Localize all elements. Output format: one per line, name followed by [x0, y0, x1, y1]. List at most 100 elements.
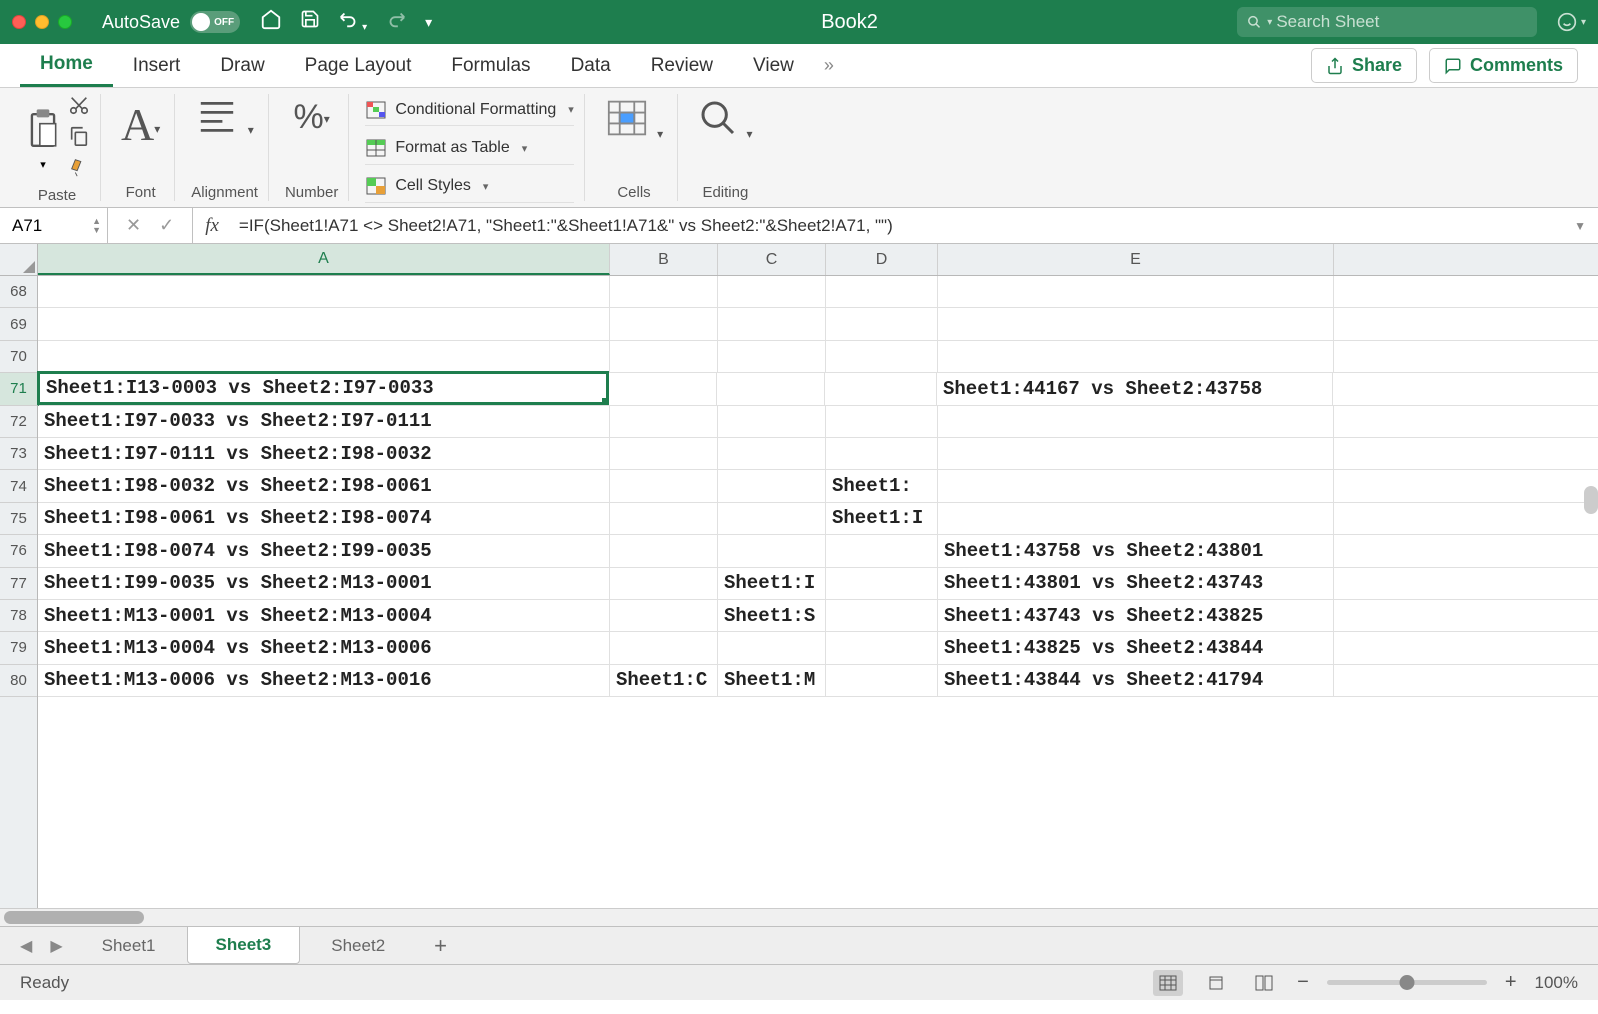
- cell[interactable]: [610, 600, 718, 631]
- cell[interactable]: Sheet1:43758 vs Sheet2:43801: [938, 535, 1334, 566]
- cell[interactable]: Sheet1:43801 vs Sheet2:43743: [938, 568, 1334, 599]
- cancel-formula-icon[interactable]: ✕: [126, 215, 141, 236]
- cell[interactable]: [610, 470, 718, 501]
- horizontal-scrollbar-track[interactable]: [0, 908, 1598, 926]
- cell[interactable]: Sheet1:I98-0061 vs Sheet2:I98-0074: [38, 503, 610, 534]
- autosave-toggle[interactable]: OFF: [190, 11, 240, 33]
- sheet-nav-prev-icon[interactable]: ◀: [12, 936, 40, 956]
- cell[interactable]: [38, 341, 610, 372]
- row-header[interactable]: 72: [0, 406, 37, 438]
- home-icon[interactable]: [260, 8, 282, 36]
- cell[interactable]: Sheet1:S: [718, 600, 826, 631]
- cell[interactable]: Sheet1:M13-0001 vs Sheet2:M13-0004: [38, 600, 610, 631]
- cell[interactable]: [610, 438, 718, 469]
- cell[interactable]: [826, 341, 938, 372]
- page-layout-view-icon[interactable]: [1201, 970, 1231, 996]
- search-sheet-box[interactable]: ▾: [1237, 7, 1537, 37]
- cell[interactable]: [610, 308, 718, 339]
- cell[interactable]: [938, 438, 1334, 469]
- cell-selected[interactable]: Sheet1:I13-0003 vs Sheet2:I97-0033: [37, 371, 609, 404]
- cell[interactable]: [718, 308, 826, 339]
- cell[interactable]: Sheet1:: [826, 470, 938, 501]
- cell[interactable]: [938, 341, 1334, 372]
- tab-more-icon[interactable]: »: [814, 55, 844, 76]
- col-header-D[interactable]: D: [826, 244, 938, 275]
- cell[interactable]: [718, 503, 826, 534]
- cells-area[interactable]: Sheet1:I13-0003 vs Sheet2:I97-0033 Sheet1…: [38, 276, 1598, 908]
- sheet-nav-next-icon[interactable]: ▶: [42, 936, 70, 956]
- cell[interactable]: [610, 406, 718, 437]
- sheet-tab-sheet3[interactable]: Sheet3: [187, 927, 301, 964]
- copy-icon[interactable]: [68, 125, 90, 152]
- add-sheet-button[interactable]: +: [416, 933, 465, 959]
- row-header[interactable]: 78: [0, 600, 37, 632]
- tab-data[interactable]: Data: [551, 44, 631, 87]
- cell[interactable]: Sheet1:44167 vs Sheet2:43758: [937, 373, 1333, 404]
- cell[interactable]: Sheet1:I: [718, 568, 826, 599]
- search-input[interactable]: [1276, 12, 1527, 32]
- row-header[interactable]: 80: [0, 665, 37, 697]
- cell[interactable]: [938, 503, 1334, 534]
- cell[interactable]: Sheet1:C: [610, 665, 718, 696]
- normal-view-icon[interactable]: [1153, 970, 1183, 996]
- undo-icon[interactable]: ▾: [338, 8, 367, 36]
- row-header[interactable]: 73: [0, 438, 37, 470]
- cell[interactable]: Sheet1:43743 vs Sheet2:43825: [938, 600, 1334, 631]
- cell[interactable]: [610, 341, 718, 372]
- cell[interactable]: [610, 632, 718, 663]
- cell[interactable]: [938, 276, 1334, 307]
- format-painter-icon[interactable]: [68, 156, 90, 183]
- cell[interactable]: [938, 406, 1334, 437]
- cell[interactable]: Sheet1:I97-0111 vs Sheet2:I98-0032: [38, 438, 610, 469]
- enter-formula-icon[interactable]: ✓: [159, 215, 174, 236]
- comments-button[interactable]: Comments: [1429, 48, 1578, 83]
- cell[interactable]: [826, 276, 938, 307]
- cell[interactable]: [718, 632, 826, 663]
- cell[interactable]: [718, 470, 826, 501]
- format-as-table-button[interactable]: Format as Table▾: [365, 132, 574, 164]
- row-header[interactable]: 74: [0, 470, 37, 502]
- vertical-scrollbar[interactable]: [1584, 486, 1598, 514]
- save-icon[interactable]: [300, 9, 320, 35]
- zoom-slider[interactable]: [1327, 980, 1487, 985]
- row-header[interactable]: 77: [0, 568, 37, 600]
- tab-draw[interactable]: Draw: [200, 44, 284, 87]
- cell[interactable]: [38, 276, 610, 307]
- cut-icon[interactable]: [68, 94, 90, 121]
- font-dropdown[interactable]: A▾: [117, 94, 164, 155]
- editing-dropdown[interactable]: ▾: [694, 94, 756, 150]
- tab-review[interactable]: Review: [631, 44, 733, 87]
- paste-button[interactable]: ▾: [24, 107, 62, 171]
- cell[interactable]: [38, 308, 610, 339]
- cell[interactable]: [610, 276, 718, 307]
- maximize-window-button[interactable]: [58, 15, 72, 29]
- conditional-formatting-button[interactable]: Conditional Formatting▾: [365, 94, 574, 126]
- sheet-tab-sheet2[interactable]: Sheet2: [302, 927, 414, 965]
- cell[interactable]: Sheet1:43825 vs Sheet2:43844: [938, 632, 1334, 663]
- select-all-corner[interactable]: [0, 244, 38, 275]
- row-header[interactable]: 75: [0, 503, 37, 535]
- cell[interactable]: Sheet1:M13-0006 vs Sheet2:M13-0016: [38, 665, 610, 696]
- cell[interactable]: [718, 535, 826, 566]
- cell[interactable]: Sheet1:43844 vs Sheet2:41794: [938, 665, 1334, 696]
- cell[interactable]: [826, 632, 938, 663]
- cell[interactable]: [826, 438, 938, 469]
- share-button[interactable]: Share: [1311, 48, 1417, 83]
- col-header-E[interactable]: E: [938, 244, 1334, 275]
- alignment-dropdown[interactable]: ▾: [191, 94, 257, 146]
- zoom-level[interactable]: 100%: [1535, 973, 1578, 993]
- cell[interactable]: [826, 406, 938, 437]
- cell[interactable]: Sheet1:M13-0004 vs Sheet2:M13-0006: [38, 632, 610, 663]
- close-window-button[interactable]: [12, 15, 26, 29]
- formula-input[interactable]: =IF(Sheet1!A71 <> Sheet2!A71, "Sheet1:"&…: [231, 216, 1562, 236]
- name-box[interactable]: A71 ▲▼: [0, 208, 108, 243]
- cell[interactable]: [718, 406, 826, 437]
- row-header[interactable]: 69: [0, 308, 37, 340]
- tab-formulas[interactable]: Formulas: [431, 44, 550, 87]
- page-break-view-icon[interactable]: [1249, 970, 1279, 996]
- col-header-B[interactable]: B: [610, 244, 718, 275]
- tab-home[interactable]: Home: [20, 44, 113, 87]
- horizontal-scrollbar-thumb[interactable]: [4, 911, 144, 924]
- cell[interactable]: [610, 503, 718, 534]
- cell[interactable]: Sheet1:M: [718, 665, 826, 696]
